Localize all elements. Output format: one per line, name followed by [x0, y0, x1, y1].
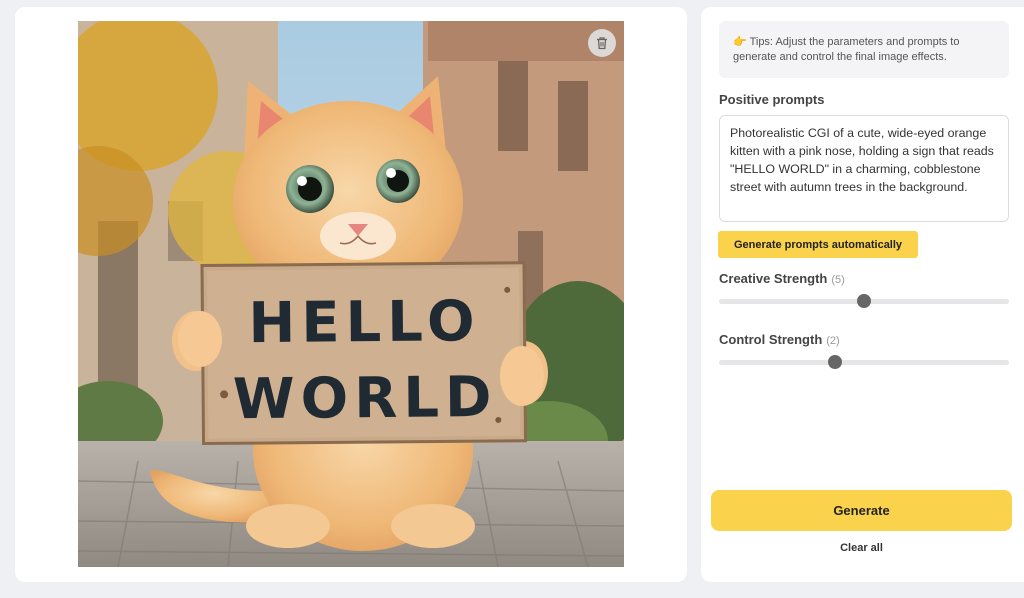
creative-strength-label: Creative Strength (5): [719, 271, 845, 286]
delete-image-button[interactable]: [588, 29, 616, 57]
preview-panel: HELLO WORLD: [15, 7, 687, 582]
tips-text: Tips: Adjust the parameters and prompts …: [733, 36, 960, 63]
sign-line-1: HELLO: [248, 289, 481, 356]
clear-all-link[interactable]: Clear all: [711, 542, 1012, 554]
control-strength-slider[interactable]: [719, 355, 1009, 369]
generate-prompts-automatically-button[interactable]: Generate prompts automatically: [718, 231, 918, 258]
generate-button[interactable]: Generate: [711, 490, 1012, 531]
control-strength-label: Control Strength (2): [719, 332, 840, 347]
generated-image: HELLO WORLD: [78, 21, 624, 567]
slider-thumb[interactable]: [828, 355, 842, 369]
tips-box: 👉 Tips: Adjust the parameters and prompt…: [719, 21, 1009, 78]
pointing-hand-icon: 👉: [733, 36, 747, 48]
creative-strength-value: (5): [831, 274, 845, 286]
trash-icon: [597, 37, 607, 50]
positive-prompts-input[interactable]: [719, 115, 1009, 222]
sign-line-2: WORLD: [233, 365, 498, 432]
control-strength-value: (2): [826, 335, 840, 347]
positive-prompts-label: Positive prompts: [719, 92, 825, 107]
settings-panel: 👉 Tips: Adjust the parameters and prompt…: [701, 7, 1024, 582]
slider-thumb[interactable]: [857, 294, 871, 308]
creative-strength-slider[interactable]: [719, 294, 1009, 308]
kitten-holding-sign-image: HELLO WORLD: [78, 21, 624, 567]
slider-track: [719, 360, 1009, 365]
